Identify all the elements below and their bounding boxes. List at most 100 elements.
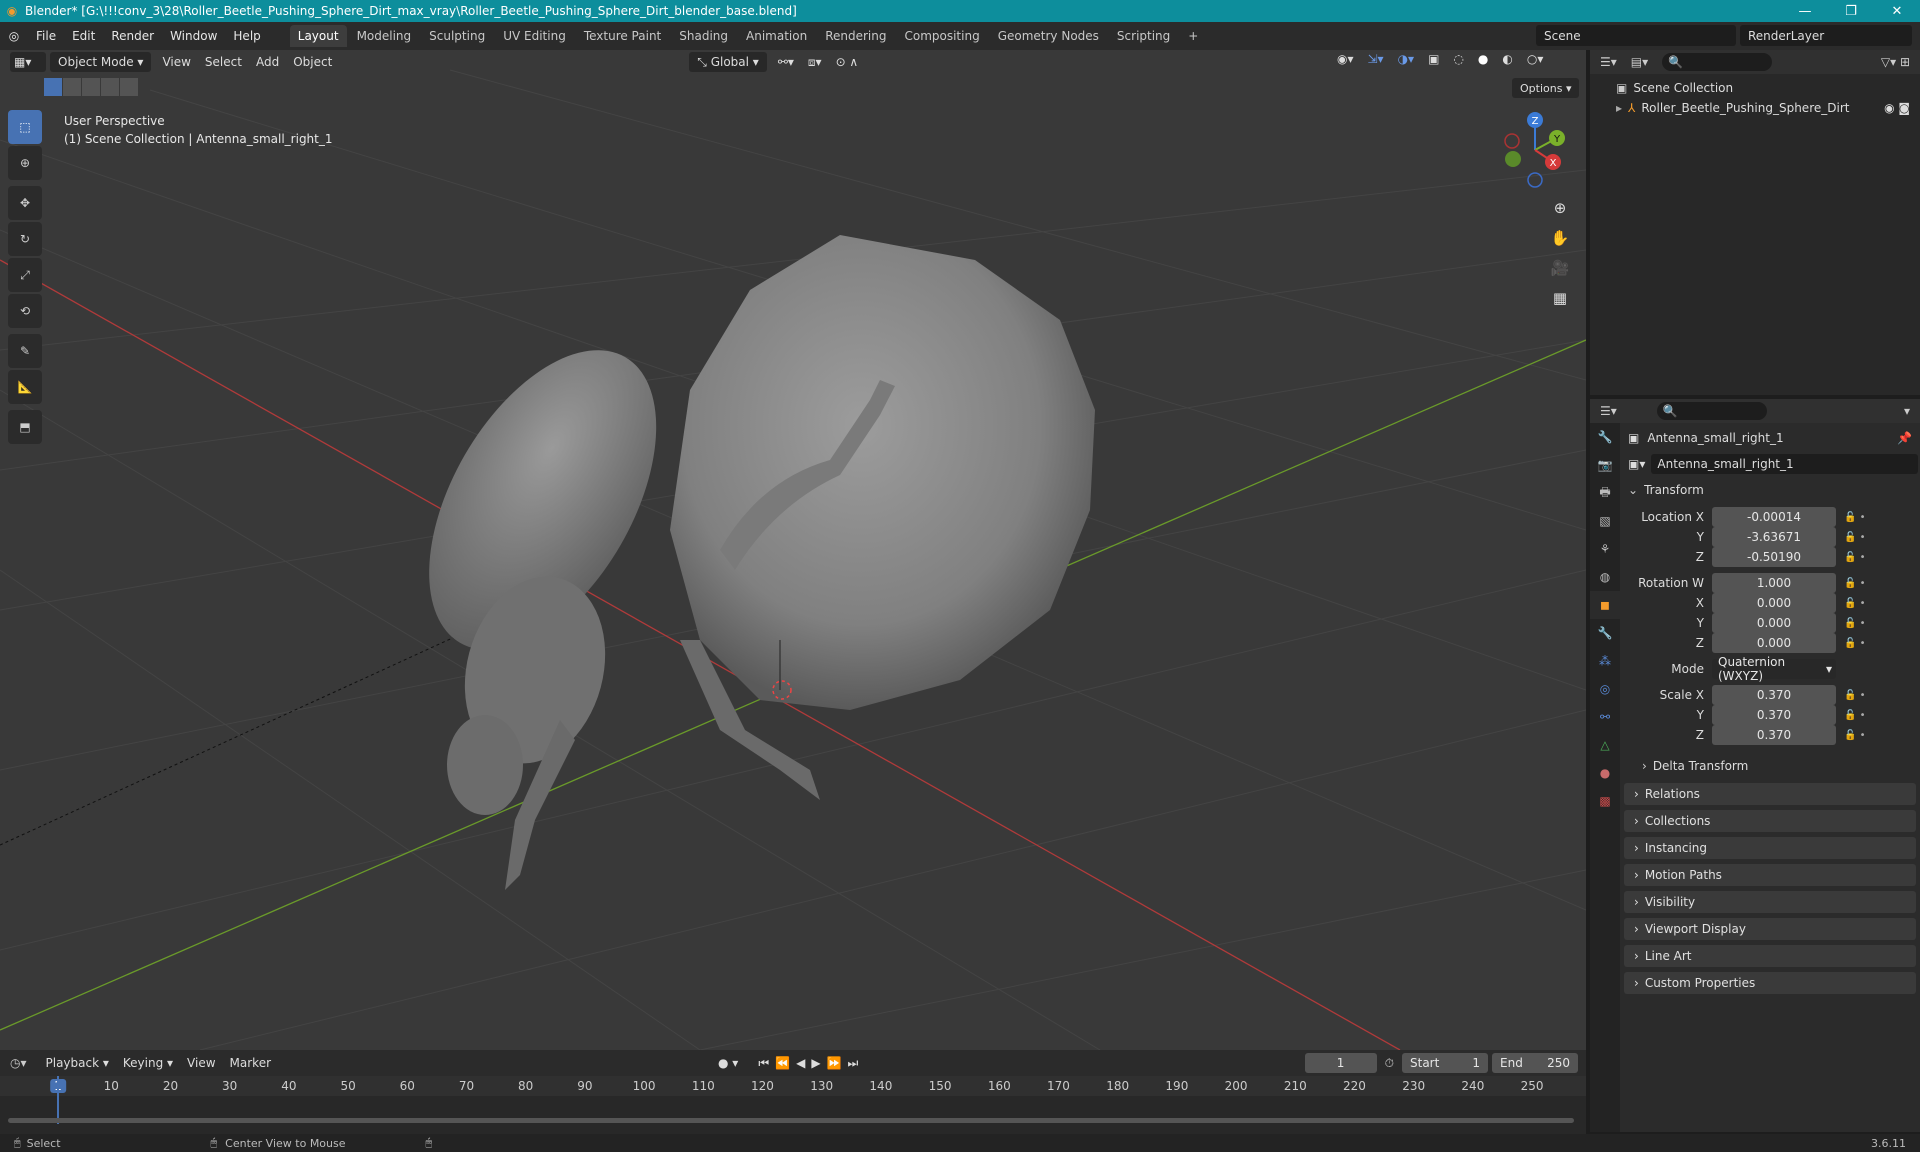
transform-orientation-selector[interactable]: ⤡ Global ▾: [689, 52, 767, 72]
material-shading-icon[interactable]: ◐: [1495, 52, 1519, 66]
tab-geometry-nodes[interactable]: Geometry Nodes: [990, 25, 1107, 47]
panel-motion-paths[interactable]: › Motion Paths: [1624, 864, 1916, 886]
play-reverse-icon[interactable]: ◀: [796, 1056, 811, 1070]
add-workspace-button[interactable]: +: [1180, 25, 1206, 47]
frame-ruler[interactable]: 1102030405060708090100110120130140150160…: [0, 1076, 1586, 1096]
select-box-tool-icon[interactable]: ⬚: [8, 110, 42, 144]
zoom-icon[interactable]: ⊕: [1547, 195, 1573, 221]
panel-custom-properties[interactable]: › Custom Properties: [1624, 972, 1916, 994]
measure-tool-icon[interactable]: 📐: [8, 370, 42, 404]
lock-icon[interactable]: 🔓 •: [1844, 730, 1866, 741]
viewport-menu-view[interactable]: View: [155, 55, 197, 69]
move-tool-icon[interactable]: ✥: [8, 186, 42, 220]
timeline-menu-keying[interactable]: Keying ▾: [116, 1056, 180, 1070]
constraints-tab-icon[interactable]: ⚯: [1590, 703, 1620, 731]
3d-viewport[interactable]: ▦▾ Object Mode ▾ View Select Add Object …: [0, 50, 1586, 1050]
viewport-menu-object[interactable]: Object: [286, 55, 339, 69]
menu-edit[interactable]: Edit: [64, 22, 103, 50]
tab-uv-editing[interactable]: UV Editing: [495, 25, 574, 47]
properties-search-input[interactable]: 🔍: [1656, 402, 1767, 420]
panel-viewport-display[interactable]: › Viewport Display: [1624, 918, 1916, 940]
play-icon[interactable]: ▶: [811, 1056, 826, 1070]
object-name-input[interactable]: Antenna_small_right_1: [1651, 454, 1918, 474]
properties-editor-icon[interactable]: ☰▾: [1600, 404, 1617, 418]
timeline-scrollbar[interactable]: [8, 1118, 1574, 1123]
maximize-button[interactable]: ❐: [1828, 0, 1874, 22]
rotation-y-field[interactable]: 0.000: [1712, 613, 1836, 633]
scene-tab-icon[interactable]: ⚘: [1590, 535, 1620, 563]
pan-hand-icon[interactable]: ✋: [1547, 225, 1573, 251]
tab-modeling[interactable]: Modeling: [349, 25, 420, 47]
panel-visibility[interactable]: › Visibility: [1624, 891, 1916, 913]
wireframe-shading-icon[interactable]: ◌: [1446, 52, 1470, 66]
filter-icon[interactable]: ▽▾ ⊞: [1881, 55, 1910, 69]
select-extend-icon[interactable]: [63, 78, 81, 96]
close-button[interactable]: ✕: [1874, 0, 1920, 22]
transform-panel-header[interactable]: ⌄ Transform: [1622, 479, 1918, 501]
outliner-row-object[interactable]: ▸ ⅄ Roller_Beetle_Pushing_Sphere_Dirt ◉ …: [1590, 98, 1920, 118]
rotation-mode-dropdown[interactable]: Quaternion (WXYZ) ▾: [1712, 655, 1836, 683]
rotation-z-field[interactable]: 0.000: [1712, 633, 1836, 653]
outliner-editor-icon[interactable]: ☰▾: [1600, 55, 1617, 69]
output-tab-icon[interactable]: 🖶: [1590, 479, 1620, 507]
lock-icon[interactable]: 🔓 •: [1844, 710, 1866, 721]
jump-start-icon[interactable]: ⏮: [758, 1056, 775, 1070]
jump-end-icon[interactable]: ⏭: [848, 1056, 865, 1070]
texture-tab-icon[interactable]: ▩: [1590, 787, 1620, 815]
panel-instancing[interactable]: › Instancing: [1624, 837, 1916, 859]
lock-icon[interactable]: 🔓 •: [1844, 552, 1866, 563]
stopwatch-icon[interactable]: ⏱: [1385, 1056, 1394, 1071]
panel-relations[interactable]: › Relations: [1624, 783, 1916, 805]
particles-tab-icon[interactable]: ⁂: [1590, 647, 1620, 675]
material-tab-icon[interactable]: ●: [1590, 759, 1620, 787]
minimize-button[interactable]: —: [1782, 0, 1828, 22]
lock-icon[interactable]: 🔓 •: [1844, 690, 1866, 701]
camera-view-icon[interactable]: 🎥: [1547, 255, 1573, 281]
select-subtract-icon[interactable]: [82, 78, 100, 96]
proportional-edit-icon[interactable]: ⊙ ∧: [829, 55, 866, 69]
scale-tool-icon[interactable]: ⤢: [8, 258, 42, 292]
scale-z-field[interactable]: 0.370: [1712, 725, 1836, 745]
tab-sculpting[interactable]: Sculpting: [421, 25, 493, 47]
datablock-browse-icon[interactable]: ▣▾: [1628, 457, 1645, 471]
panel-line-art[interactable]: › Line Art: [1624, 945, 1916, 967]
lock-icon[interactable]: 🔓 •: [1844, 532, 1866, 543]
scene-selector[interactable]: Scene: [1536, 25, 1736, 46]
viewport-menu-add[interactable]: Add: [249, 55, 286, 69]
overlay-toggle-icon[interactable]: ◑▾: [1391, 52, 1422, 66]
prev-keyframe-icon[interactable]: ⏪: [775, 1056, 796, 1070]
display-mode-icon[interactable]: ▤▾: [1631, 55, 1648, 69]
timeline-menu-view[interactable]: View: [180, 1056, 222, 1070]
menu-help[interactable]: Help: [225, 22, 268, 50]
tab-compositing[interactable]: Compositing: [896, 25, 987, 47]
viewport-menu-select[interactable]: Select: [198, 55, 249, 69]
timeline-menu-marker[interactable]: Marker: [223, 1056, 278, 1070]
pivot-icon[interactable]: ⚯▾: [771, 55, 801, 69]
timeline-menu-playback[interactable]: Playback ▾: [39, 1056, 116, 1070]
gizmo-toggle-icon[interactable]: ⇲▾: [1361, 52, 1391, 66]
lock-icon[interactable]: 🔓 •: [1844, 512, 1866, 523]
scale-y-field[interactable]: 0.370: [1712, 705, 1836, 725]
pin-icon[interactable]: 📌: [1897, 431, 1912, 445]
panel-collections[interactable]: › Collections: [1624, 810, 1916, 832]
menu-window[interactable]: Window: [162, 22, 225, 50]
outliner-row-scene-collection[interactable]: ▣ Scene Collection: [1590, 78, 1920, 98]
visibility-icon[interactable]: ◉▾: [1330, 52, 1361, 66]
view-layer-tab-icon[interactable]: ▧: [1590, 507, 1620, 535]
rotation-x-field[interactable]: 0.000: [1712, 593, 1836, 613]
timeline-track-area[interactable]: [0, 1076, 1586, 1124]
scale-x-field[interactable]: 0.370: [1712, 685, 1836, 705]
lock-icon[interactable]: 🔓 •: [1844, 618, 1866, 629]
rendered-shading-icon[interactable]: ○▾: [1520, 52, 1551, 66]
menu-render[interactable]: Render: [103, 22, 162, 50]
tab-shading[interactable]: Shading: [671, 25, 736, 47]
record-keyframe-icon[interactable]: ● ▾: [718, 1056, 738, 1070]
delta-transform-subpanel[interactable]: › Delta Transform: [1622, 755, 1918, 777]
modifier-tab-icon[interactable]: 🔧: [1590, 619, 1620, 647]
expand-arrow-icon[interactable]: ▸: [1616, 101, 1622, 115]
location-x-field[interactable]: -0.00014: [1712, 507, 1836, 527]
location-y-field[interactable]: -3.63671: [1712, 527, 1836, 547]
timeline-editor-icon[interactable]: ◷▾: [10, 1056, 27, 1070]
next-keyframe-icon[interactable]: ⏩: [827, 1056, 848, 1070]
end-frame-field[interactable]: End 250: [1492, 1053, 1578, 1073]
